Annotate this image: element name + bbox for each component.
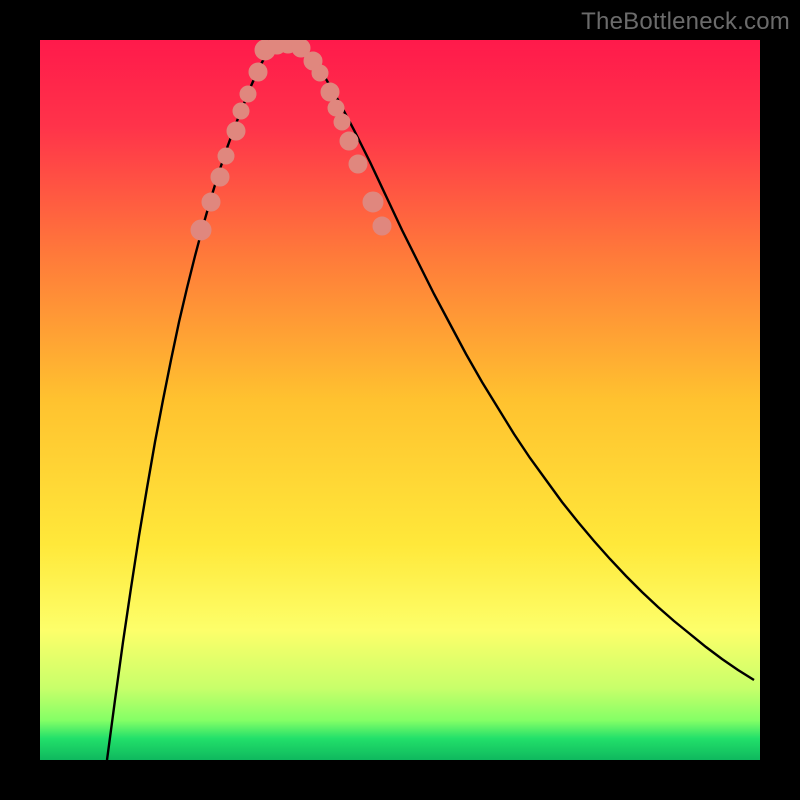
data-marker: [240, 86, 256, 102]
data-marker: [349, 155, 367, 173]
data-marker: [249, 63, 267, 81]
data-marker: [334, 114, 350, 130]
plot-area: [40, 40, 760, 760]
outer-frame: TheBottleneck.com: [0, 0, 800, 800]
bottleneck-curve: [40, 40, 760, 760]
data-marker: [312, 65, 328, 81]
data-marker: [211, 168, 229, 186]
data-marker: [227, 122, 245, 140]
data-marker: [340, 132, 358, 150]
data-marker: [202, 193, 220, 211]
data-markers: [191, 40, 391, 240]
data-marker: [218, 148, 234, 164]
data-marker: [321, 83, 339, 101]
data-marker: [233, 103, 249, 119]
watermark-label: TheBottleneck.com: [581, 8, 790, 36]
data-marker: [373, 217, 391, 235]
data-marker: [191, 220, 211, 240]
data-marker: [363, 192, 383, 212]
